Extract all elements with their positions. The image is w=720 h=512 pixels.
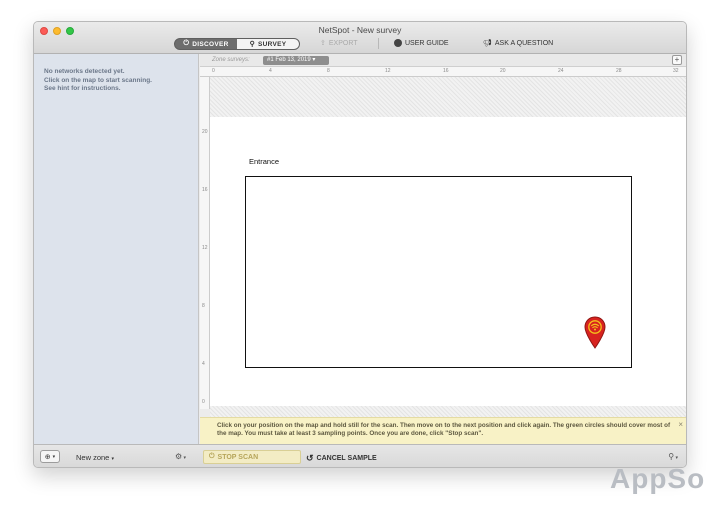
location-pin-icon: ⚲: [249, 41, 255, 48]
empty-networks-message: No networks detected yet. Click on the m…: [44, 68, 152, 92]
ruler-tick: 4: [202, 361, 205, 367]
undo-icon: ↺: [306, 453, 314, 463]
ruler-tick: 16: [443, 68, 449, 74]
ask-question-button[interactable]: 📢︎ ASK A QUESTION: [483, 39, 553, 48]
toolbar-separator: [378, 38, 379, 49]
zone-surveys-bar: Zone surveys: #1 Feb 13, 2019 ▾ +: [200, 54, 686, 67]
zone-surveys-label: Zone surveys:: [212, 57, 250, 63]
title-bar: NetSpot - New survey ⏻ DISCOVER ⚲ SURVEY…: [34, 22, 686, 54]
networks-sidebar: No networks detected yet. Click on the m…: [34, 54, 199, 444]
appso-watermark: AppSo: [610, 463, 706, 494]
cancel-sample-button[interactable]: ↺ CANCEL SAMPLE: [306, 453, 377, 464]
stop-scan-button[interactable]: ⏻ STOP SCAN: [203, 450, 301, 464]
app-window: NetSpot - New survey ⏻ DISCOVER ⚲ SURVEY…: [33, 21, 687, 468]
ruler-tick: 16: [202, 187, 208, 193]
ruler-tick: 12: [385, 68, 391, 74]
ruler-tick: 0: [212, 68, 215, 74]
hint-bar: Click on your position on the map and ho…: [200, 417, 686, 444]
map-padding-top: [210, 77, 686, 117]
ruler-tick: 8: [327, 68, 330, 74]
horizontal-ruler: 0 4 8 12 16 20 24 28 32: [200, 67, 686, 77]
ruler-tick: 20: [500, 68, 506, 74]
map-pin-icon[interactable]: [584, 316, 606, 349]
plus-icon[interactable]: +: [672, 55, 682, 65]
close-icon[interactable]: ×: [678, 420, 683, 429]
chevron-down-icon: ▾: [182, 455, 187, 461]
map-label-entrance: Entrance: [249, 157, 280, 166]
location-options-button[interactable]: ⚲ ▾: [668, 452, 678, 461]
power-icon: ⏻: [183, 40, 190, 47]
ruler-tick: 20: [202, 129, 208, 135]
ruler-tick: 12: [202, 245, 208, 251]
map-padding-bottom: [210, 406, 686, 417]
vertical-ruler: 20 16 12 8 4 0: [200, 77, 210, 409]
discover-tab[interactable]: ⏻ DISCOVER: [175, 39, 237, 49]
export-button[interactable]: ⇪ EXPORT: [320, 39, 358, 48]
export-icon: ⇪: [320, 40, 326, 47]
survey-tab[interactable]: ⚲ SURVEY: [237, 39, 299, 49]
zone-settings-button[interactable]: ⚙ ▾: [175, 452, 186, 461]
ruler-tick: 24: [558, 68, 564, 74]
user-guide-button[interactable]: USER GUIDE: [394, 39, 449, 47]
window-title: NetSpot - New survey: [318, 25, 402, 35]
chevron-down-icon: ▾: [111, 456, 114, 462]
help-circle-icon: [394, 39, 402, 47]
zone-name-dropdown[interactable]: New zone ▾: [76, 453, 114, 462]
stop-icon: ⏻: [209, 453, 215, 460]
chevron-down-icon: ▾: [674, 455, 678, 461]
plus-icon: ⊕: [44, 453, 51, 461]
mode-segmented-control: ⏻ DISCOVER ⚲ SURVEY: [174, 38, 300, 50]
scan-instructions: Click on your position on the map and ho…: [217, 422, 671, 438]
zone-survey-selector[interactable]: #1 Feb 13, 2019 ▾: [263, 56, 329, 65]
floor-plan-outline: [245, 176, 632, 368]
bottom-toolbar: ⊕ ▾ New zone ▾ ⚙ ▾ ⏻ STOP SCAN ↺ CANCEL …: [34, 444, 686, 467]
ruler-tick: 32: [673, 68, 679, 74]
megaphone-icon: 📢︎: [483, 40, 492, 47]
survey-map-canvas[interactable]: Entrance: [210, 117, 686, 406]
add-zone-button[interactable]: ⊕ ▾: [40, 450, 60, 463]
ruler-tick: 8: [202, 303, 205, 309]
ruler-tick: 28: [616, 68, 622, 74]
ruler-tick: 4: [269, 68, 272, 74]
chevron-down-icon: ▾: [52, 453, 56, 460]
ruler-tick: 0: [202, 399, 205, 405]
